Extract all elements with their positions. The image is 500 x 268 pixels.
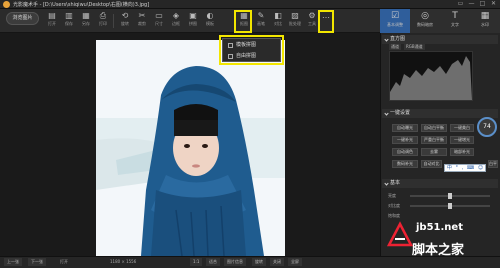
resize-icon: ▭ [155,11,163,20]
auto-color-button[interactable]: 自动调色 [392,148,418,156]
darkroom-icon: ◎ [421,11,429,21]
ime-comma-icon[interactable]: , [462,165,464,171]
shadow-fill-button[interactable]: 暗部补光 [450,148,474,156]
open-icon: ▤ [48,11,56,20]
contrast-label: 对比度 [388,203,400,208]
print-icon: ⎙ [99,11,107,20]
browse-images-button[interactable]: 浏览图片 [6,12,39,25]
tab-darkroom[interactable]: ◎ 数码暗房 [410,9,440,33]
minimize-button[interactable]: — [468,1,475,7]
maximize-button[interactable]: □ [479,1,486,7]
histogram-chart [389,51,473,101]
fill-light-button[interactable]: 一键补光 [392,136,418,144]
histogram-controls: 通道 RGB通道 [389,44,425,50]
saturation-label: 饱和度 [388,213,400,218]
ime-emoji-icon[interactable]: ☺ [478,165,483,171]
brightness-slider[interactable] [410,193,490,199]
basic-section-header[interactable]: 基本 [382,179,498,188]
tab-text[interactable]: T 文字 [440,9,470,33]
window-title: 光影魔术手 - [D:\Users\shiqiwu\Desktop\右图(横向)… [13,2,150,8]
crop-icon: ✂ [138,11,146,20]
watermark-icon: ▦ [480,11,490,21]
title-bar: 光影魔术手 - [D:\Users\shiqiwu\Desktop\右图(横向)… [0,0,500,9]
collage-menu-highlight [219,35,284,65]
print-tool-button[interactable]: ⎙ 打印 [95,11,111,31]
histogram-section-header[interactable]: 直方图 [382,35,498,44]
tab-watermark[interactable]: ▦ 水印 [470,9,500,33]
channel-label: 通道 [389,44,401,50]
watermark-logo-icon [386,221,414,247]
digital-fill-button[interactable]: 数码补光 [392,160,418,168]
slider-handle[interactable] [448,203,452,209]
batch-icon: ▨ [291,11,299,20]
compare-icon: ◧ [274,11,282,20]
next-image-button[interactable]: 下一张 [28,258,46,266]
ime-keyboard-icon[interactable]: ⌨ [467,165,474,171]
save-icon: ▥ [65,11,73,20]
close-image-button[interactable]: 关闭 [270,258,284,266]
one-click-whiten-button[interactable]: 一键美白 [450,124,474,132]
dehaze-button[interactable]: 去雾 [421,148,447,156]
white-balance-button[interactable]: 白平衡 [488,160,498,168]
auto-white-balance-button[interactable]: 自动白平衡 [421,124,447,132]
adjust-icon: ☑ [390,11,400,21]
zoom-1to1-button[interactable]: 1:1 [190,258,203,266]
skin-button[interactable]: ▭ [457,1,464,7]
channel-select[interactable]: RGB通道 [404,44,425,50]
image-dimensions: 1180 × 1556 [110,259,137,264]
tab-basic-adjust[interactable]: ☑ 基本调整 [380,9,410,33]
puzzle-tool-highlight [234,10,252,33]
rotate-view-button[interactable]: 旋转 [252,258,266,266]
photo-canvas[interactable] [96,40,285,256]
border-icon: ◈ [172,11,180,20]
auto-exposure-button[interactable]: 自动曝光 [392,124,418,132]
fit-button[interactable]: 适合 [206,258,220,266]
app-logo-icon [3,1,10,8]
fullscreen-button[interactable]: 全屏 [288,258,302,266]
brush-icon: ✎ [257,11,265,20]
more-tool-highlight [318,10,334,33]
rotate-icon: ⟲ [121,11,129,20]
save-as-icon: ▦ [82,11,90,20]
watermark-name: 脚本之家 [412,243,465,258]
watermark-site: jb51.net [416,222,463,233]
image-info-button[interactable]: 图片信息 [224,258,246,266]
auto-contrast-button[interactable]: 自动对比 [421,160,442,168]
open-tip: 打开 [60,259,68,264]
slider-handle[interactable] [448,193,452,199]
brighten-button[interactable]: 一键增光 [450,136,474,144]
text-icon: T [452,11,458,21]
close-button[interactable]: ✕ [490,1,497,7]
quick-settings-header[interactable]: 一键设置 [382,109,498,118]
collage-icon: ▣ [189,11,197,20]
template-icon: ◐ [206,11,214,20]
ime-punct-icon[interactable]: ° [456,165,459,171]
quick-gauge[interactable]: 74 [477,117,497,137]
window-controls: ▭ — □ ✕ [457,1,497,7]
ime-toolbar: 中 ° , ⌨ ☺ [444,164,486,172]
brightness-label: 亮度 [388,193,396,198]
ime-lang-icon[interactable]: 中 [447,165,452,171]
portrait-image [96,40,285,256]
histogram-graph [390,56,472,100]
template-tool-button[interactable]: ◐ 模板 [202,11,218,31]
contrast-slider[interactable] [410,203,490,209]
strong-white-balance-button[interactable]: 严重白平衡 [421,136,447,144]
prev-image-button[interactable]: 上一张 [4,258,22,266]
right-panel-tabs: ☑ 基本调整 ◎ 数码暗房 T 文字 ▦ 水印 [380,9,500,33]
